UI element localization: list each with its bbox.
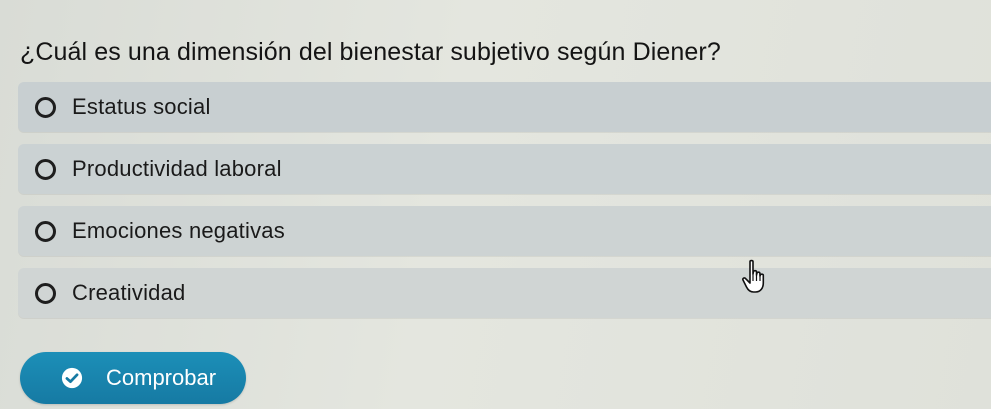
option-label: Creatividad <box>72 280 186 305</box>
option-emociones-negativas[interactable]: Emociones negativas <box>18 206 991 256</box>
check-answer-label: Comprobar <box>106 365 217 390</box>
option-creatividad[interactable]: Creatividad <box>18 268 991 318</box>
option-label: Productividad laboral <box>72 156 282 181</box>
check-circle-icon <box>61 367 83 389</box>
radio-button[interactable] <box>35 158 56 180</box>
radio-button[interactable] <box>35 96 56 118</box>
radio-button[interactable] <box>35 282 56 304</box>
option-label: Emociones negativas <box>72 218 285 243</box>
hand-pointer-icon <box>742 259 765 293</box>
check-answer-button[interactable]: Comprobar <box>20 352 246 404</box>
option-productividad-laboral[interactable]: Productividad laboral <box>18 144 991 194</box>
question-title: ¿Cuál es una dimensión del bienestar sub… <box>20 38 721 66</box>
option-estatus-social[interactable]: Estatus social <box>18 82 991 132</box>
option-label: Estatus social <box>72 94 211 119</box>
radio-button[interactable] <box>35 220 56 242</box>
answer-options: Estatus social Productividad laboral Emo… <box>18 82 991 330</box>
